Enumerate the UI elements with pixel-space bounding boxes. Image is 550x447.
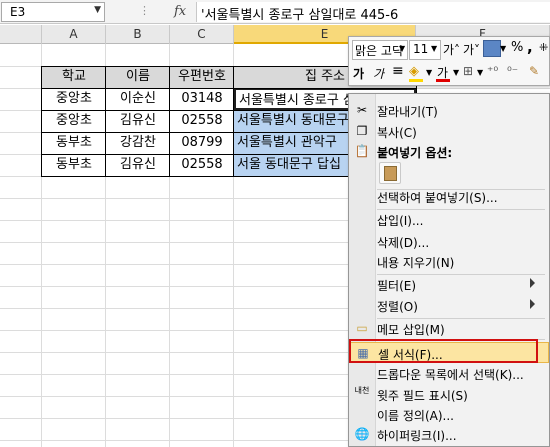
table-cell[interactable]: 중앙초 — [42, 110, 106, 132]
chevron-down-icon[interactable]: ▼ — [477, 68, 483, 77]
formula-input[interactable]: '서울특별시 종로구 삼일대로 445-6 — [196, 2, 550, 23]
menu-item-insert-comment[interactable]: ▭ 메모 삽입(M) — [349, 318, 549, 339]
menu-item-clear-contents[interactable]: 내용 지우기(N) — [349, 251, 549, 272]
name-box[interactable]: E3 ▼ — [1, 2, 105, 22]
menu-item-label: 이름 정의(A)... — [377, 409, 454, 423]
insert-function-icon[interactable]: fx — [174, 4, 194, 20]
menu-item-insert[interactable]: 삽입(I)... — [349, 209, 549, 230]
table-cell[interactable]: 김유신 — [106, 110, 170, 132]
menu-item-label: 잘라내기(T) — [377, 105, 438, 119]
chevron-down-icon[interactable]: ▼ — [399, 44, 405, 53]
menu-item-delete[interactable]: 삭제(D)... — [349, 231, 549, 252]
column-header-b[interactable]: B — [106, 25, 170, 44]
table-cell[interactable]: 이순신 — [106, 88, 170, 110]
fill-color-swatch — [409, 79, 423, 82]
name-box-value: E3 — [10, 5, 26, 19]
table-cell[interactable]: 08799 — [170, 132, 234, 154]
format-painter-icon[interactable]: ✎ — [529, 64, 539, 78]
table-cell[interactable]: 강감찬 — [106, 132, 170, 154]
menu-item-label: 복사(C) — [377, 126, 417, 140]
copy-icon: ❐ — [356, 124, 368, 138]
formula-content: '서울특별시 종로구 삼일대로 445-6 — [201, 8, 399, 23]
font-name-value: 맑은 고딕 — [355, 44, 403, 58]
phonetic-icon: 내천 — [354, 386, 370, 395]
select-all-corner[interactable] — [0, 25, 42, 44]
table-cell[interactable]: 동부초 — [42, 154, 106, 176]
chevron-down-icon[interactable]: ▼ — [426, 68, 432, 77]
menu-item-hyperlink[interactable]: 🌐 하이퍼링크(I)... — [349, 424, 549, 445]
borders-icon[interactable]: ⊞ — [463, 64, 473, 78]
scissors-icon: ✂ — [356, 103, 368, 117]
menu-item-label: 정렬(O) — [377, 300, 418, 314]
menu-item-label: 삭제(D)... — [377, 236, 430, 250]
chevron-down-icon[interactable]: ▼ — [431, 44, 437, 53]
mini-toolbar: 맑은 고딕 ▼ 11 ▼ 가˄ 가˅ ▼ % , ⁜ 가 가 ≡ ◈ ▼ 가 ▼… — [348, 36, 550, 86]
table-cell[interactable]: 03148 — [170, 88, 234, 110]
column-header-c[interactable]: C — [170, 25, 234, 44]
column-header-a[interactable]: A — [42, 25, 106, 44]
menu-item-copy[interactable]: ❐ 복사(C) — [349, 121, 549, 142]
menu-item-cut[interactable]: ✂ 잘라내기(T) — [349, 100, 549, 121]
menu-item-label: 윗주 필드 표시(S) — [377, 389, 468, 403]
table-cell[interactable]: 김유신 — [106, 154, 170, 176]
menu-item-label: 붙여넣기 옵션: — [377, 146, 453, 160]
menu-item-pick-from-list[interactable]: 드롭다운 목록에서 선택(K)... — [349, 363, 549, 384]
table-cell[interactable]: 동부초 — [42, 132, 106, 154]
comment-icon: ▭ — [356, 321, 368, 335]
menu-item-define-name[interactable]: 이름 정의(A)... — [349, 404, 549, 425]
table-cell[interactable]: 중앙초 — [42, 88, 106, 110]
menu-item-paste-special[interactable]: 선택하여 붙여넣기(S)... — [349, 186, 549, 207]
submenu-arrow-icon — [530, 278, 535, 288]
chevron-down-icon[interactable]: ▼ — [94, 5, 101, 15]
context-menu: ✂ 잘라내기(T) ❐ 복사(C) 📋 붙여넣기 옵션: 선택하여 붙여넣기(S… — [348, 93, 550, 447]
menu-item-filter[interactable]: 필터(E) — [349, 274, 549, 295]
table-header-cell[interactable]: 이름 — [106, 66, 170, 88]
paste-clipboard-icon — [384, 166, 397, 181]
menu-item-label: 내용 지우기(N) — [377, 256, 455, 270]
font-color-swatch — [436, 79, 450, 82]
table-border — [169, 66, 170, 176]
highlight-box — [349, 339, 538, 363]
comma-button[interactable]: , — [527, 38, 533, 56]
menu-item-label: 필터(E) — [377, 279, 417, 293]
bold-button[interactable]: 가 — [353, 65, 364, 82]
chevron-down-icon[interactable]: ▼ — [453, 68, 459, 77]
menu-item-show-phonetic[interactable]: 내천 윗주 필드 표시(S) — [349, 384, 549, 405]
table-border — [105, 66, 106, 176]
menu-item-label: 삽입(I)... — [377, 214, 424, 228]
formula-bar-resize-handle[interactable]: ⋮ — [122, 4, 168, 20]
font-size-value: 11 — [413, 42, 429, 56]
table-border — [233, 66, 234, 176]
table-cell[interactable]: 02558 — [170, 110, 234, 132]
menu-item-label: 선택하여 붙여넣기(S)... — [377, 191, 498, 205]
table-header-cell[interactable]: 학교 — [42, 66, 106, 88]
table-cell[interactable]: 02558 — [170, 154, 234, 176]
menu-item-label: 드롭다운 목록에서 선택(K)... — [377, 368, 524, 382]
menu-item-label: 메모 삽입(M) — [377, 323, 445, 337]
shrink-font-button[interactable]: 가˅ — [463, 41, 480, 58]
formula-bar: E3 ▼ ⋮ fx '서울특별시 종로구 삼일대로 445-6 — [0, 0, 550, 24]
fill-color-icon[interactable]: ◈ — [409, 64, 419, 79]
hyperlink-icon: 🌐 — [354, 427, 370, 441]
grow-font-button[interactable]: 가˄ — [443, 41, 460, 58]
decrease-decimal-icon[interactable]: ⁰⁻ — [507, 64, 518, 78]
table-header-cell[interactable]: 우편번호 — [170, 66, 234, 88]
menu-item-paste-options: 📋 붙여넣기 옵션: — [349, 141, 549, 162]
align-center-icon[interactable]: ≡ — [392, 63, 404, 79]
italic-button[interactable]: 가 — [373, 65, 384, 82]
paste-options-icon: 📋 — [354, 144, 370, 158]
chevron-down-icon[interactable]: ▼ — [500, 44, 506, 53]
decimal-icon[interactable]: ⁜ — [539, 41, 548, 54]
accounting-format-icon[interactable] — [483, 40, 501, 57]
percent-button[interactable]: % — [511, 40, 523, 55]
table-border — [41, 88, 417, 89]
submenu-arrow-icon — [530, 299, 535, 309]
paste-button[interactable] — [379, 162, 401, 184]
menu-item-sort[interactable]: 정렬(O) — [349, 295, 549, 316]
increase-decimal-icon[interactable]: ⁺⁰ — [487, 64, 498, 78]
menu-item-label: 하이퍼링크(I)... — [377, 429, 457, 443]
